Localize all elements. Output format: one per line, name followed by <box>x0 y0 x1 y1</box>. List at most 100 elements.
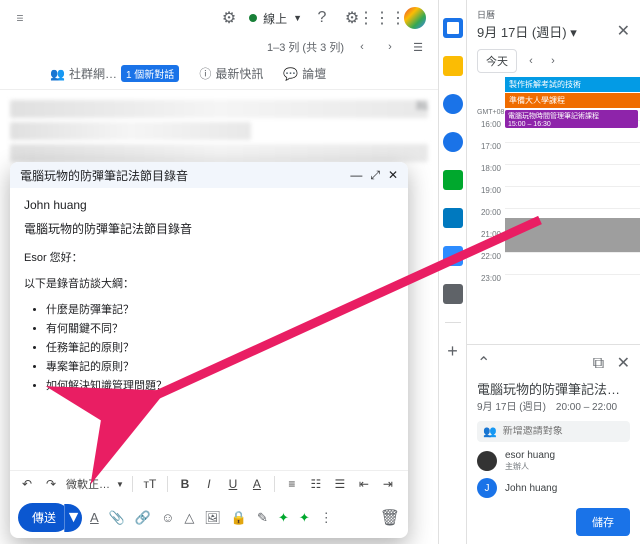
list-item: 如何解決知識管理問題？ <box>46 377 394 393</box>
popout-icon[interactable]: ⤢ <box>370 168 380 183</box>
save-button[interactable]: 儲存 <box>576 508 630 536</box>
compose-body[interactable]: John huang 電腦玩物的防彈筆記法節目錄音 Esor 您好： 以下是錄音… <box>10 188 408 470</box>
chat-icon: 💬 <box>283 67 298 81</box>
send-bar: 傳送 ▼ A 📎 🔗 ☺ △ 🖼 🔒 ✎ ✦ ✦ ⋮ 🗑 <box>10 497 408 538</box>
evernote2-icon[interactable]: ✦ <box>299 510 310 526</box>
compose-title: 電腦玩物的防彈筆記法節目錄音 <box>20 167 188 184</box>
bold-icon[interactable]: B <box>176 475 194 493</box>
send-options[interactable]: ▼ <box>64 504 82 532</box>
hour-label: 20:00 <box>467 208 505 217</box>
hour-label: 18:00 <box>467 164 505 173</box>
greeting-text: Esor 您好： <box>24 249 394 265</box>
link-icon[interactable]: 🔗 <box>135 510 151 526</box>
outline-intro: 以下是錄音訪談大綱： <box>24 275 394 291</box>
hour-label: 19:00 <box>467 186 505 195</box>
hour-label: 22:00 <box>467 252 505 261</box>
numbered-list-icon[interactable]: ☷ <box>307 475 325 493</box>
compose-header: 電腦玩物的防彈筆記法節目錄音 — ⤢ ✕ <box>10 162 408 188</box>
info-icon: ⓘ <box>199 65 211 82</box>
email-row[interactable]: 31 <box>10 100 428 118</box>
tab-label: 最新快訊 <box>215 65 263 82</box>
more-icon[interactable]: ⋮ <box>320 510 333 526</box>
event-time: 9月 17日 (週日) 20:00 – 22:00 <box>477 398 630 413</box>
add-addon-icon[interactable]: + <box>447 341 458 362</box>
guest-row: J John huang <box>477 478 630 498</box>
align-icon[interactable]: ≡ <box>283 475 301 493</box>
text-color-icon[interactable]: A <box>248 475 266 493</box>
allday-event[interactable]: 製作拆解考試的技術 <box>505 77 640 92</box>
online-status[interactable]: 線上 ▼ <box>249 10 302 27</box>
settings-slider-icon[interactable]: ⚙ <box>219 8 239 28</box>
zoom-app-icon[interactable] <box>443 246 463 266</box>
list-item: 專案筆記的原則？ <box>46 358 394 374</box>
bulleted-list-icon[interactable]: ☰ <box>331 475 349 493</box>
tab-updates[interactable]: ⓘ 最新快訊 <box>199 65 263 82</box>
text-format-icon[interactable]: A <box>90 510 99 525</box>
font-size-icon[interactable]: тT <box>141 475 159 493</box>
email-row[interactable] <box>10 144 428 162</box>
evernote-app-icon[interactable] <box>443 170 463 190</box>
minimize-icon[interactable]: — <box>350 168 362 183</box>
trello-app-icon[interactable] <box>443 208 463 228</box>
pen-icon[interactable]: ✎ <box>257 510 268 526</box>
help-icon[interactable]: ? <box>312 8 332 28</box>
compose-window: 電腦玩物的防彈筆記法節目錄音 — ⤢ ✕ John huang 電腦玩物的防彈筆… <box>10 162 408 538</box>
compose-subject[interactable]: 電腦玩物的防彈筆記法節目錄音 <box>24 220 394 237</box>
prev-page-icon[interactable]: ‹ <box>352 37 372 57</box>
contacts-app-icon[interactable] <box>443 132 463 152</box>
close-card-icon[interactable]: ✕ <box>617 355 630 372</box>
next-page-icon[interactable]: › <box>380 37 400 57</box>
attach-icon[interactable]: 📎 <box>109 510 125 526</box>
email-row[interactable] <box>10 122 251 140</box>
image-icon[interactable]: 🖼 <box>204 510 221 526</box>
recorder-app-icon[interactable] <box>443 284 463 304</box>
avatar: J <box>477 478 497 498</box>
evernote-icon[interactable]: ✦ <box>278 510 289 526</box>
close-icon[interactable]: ✕ <box>388 168 398 183</box>
collapse-icon[interactable]: ⌃ <box>477 353 490 373</box>
timed-event[interactable]: 電腦玩物時間管理筆記術課程 15:00 – 16:30 <box>505 110 638 128</box>
next-day-icon[interactable]: › <box>545 53 561 69</box>
compose-to[interactable]: John huang <box>24 198 394 212</box>
guest-input[interactable]: 👥 <box>477 421 630 442</box>
person-name: esor huang <box>505 450 555 461</box>
cal-date[interactable]: 9月 17日 (週日) ▾ <box>477 22 577 41</box>
menu-icon[interactable]: ☰ <box>10 8 30 28</box>
emoji-icon[interactable]: ☺ <box>161 510 174 525</box>
hour-label: 23:00 <box>467 274 505 283</box>
chevron-down-icon[interactable]: ▼ <box>116 480 124 489</box>
guest-field[interactable] <box>503 426 635 437</box>
person-name: John huang <box>505 483 557 494</box>
avatar[interactable] <box>402 5 428 31</box>
font-picker[interactable]: 微軟正… <box>66 476 110 492</box>
density-icon[interactable]: ☰ <box>408 37 428 57</box>
italic-icon[interactable]: I <box>200 475 218 493</box>
send-button[interactable]: 傳送 <box>18 503 70 532</box>
keep-app-icon[interactable] <box>443 56 463 76</box>
tasks-app-icon[interactable] <box>443 94 463 114</box>
online-label: 線上 <box>263 10 287 27</box>
trash-icon[interactable]: 🗑 <box>380 508 400 528</box>
calendar-grid[interactable]: 電腦玩物時間管理筆記術課程 15:00 – 16:30 16:00 17:00 … <box>467 120 640 310</box>
tab-label: 社群網… <box>69 65 117 82</box>
apps-grid-icon[interactable]: ⋮⋮⋮ <box>372 8 392 28</box>
close-panel-icon[interactable]: ✕ <box>617 21 630 41</box>
organizer-row: esor huang 主辦人 <box>477 450 630 472</box>
lock-icon[interactable]: 🔒 <box>231 510 247 526</box>
outdent-icon[interactable]: ⇤ <box>355 475 373 493</box>
tab-forums[interactable]: 💬 論壇 <box>283 65 326 82</box>
event-title: 電腦玩物的防彈筆記法節目… <box>477 379 630 398</box>
allday-event[interactable]: 準備大人學課程 <box>505 93 640 108</box>
underline-icon[interactable]: U <box>224 475 242 493</box>
prev-day-icon[interactable]: ‹ <box>523 53 539 69</box>
undo-icon[interactable]: ↶ <box>18 475 36 493</box>
redo-icon[interactable]: ↷ <box>42 475 60 493</box>
timed-event-selected[interactable] <box>505 218 640 252</box>
today-button[interactable]: 今天 <box>477 49 517 73</box>
open-external-icon[interactable]: ⧉ <box>593 355 604 372</box>
drive-icon[interactable]: △ <box>184 510 194 526</box>
tab-social[interactable]: 👥 社群網… 1 個新對話 <box>50 65 179 82</box>
indent-icon[interactable]: ⇥ <box>379 475 397 493</box>
calendar-app-icon[interactable] <box>443 18 463 38</box>
tab-label: 論壇 <box>302 65 326 82</box>
